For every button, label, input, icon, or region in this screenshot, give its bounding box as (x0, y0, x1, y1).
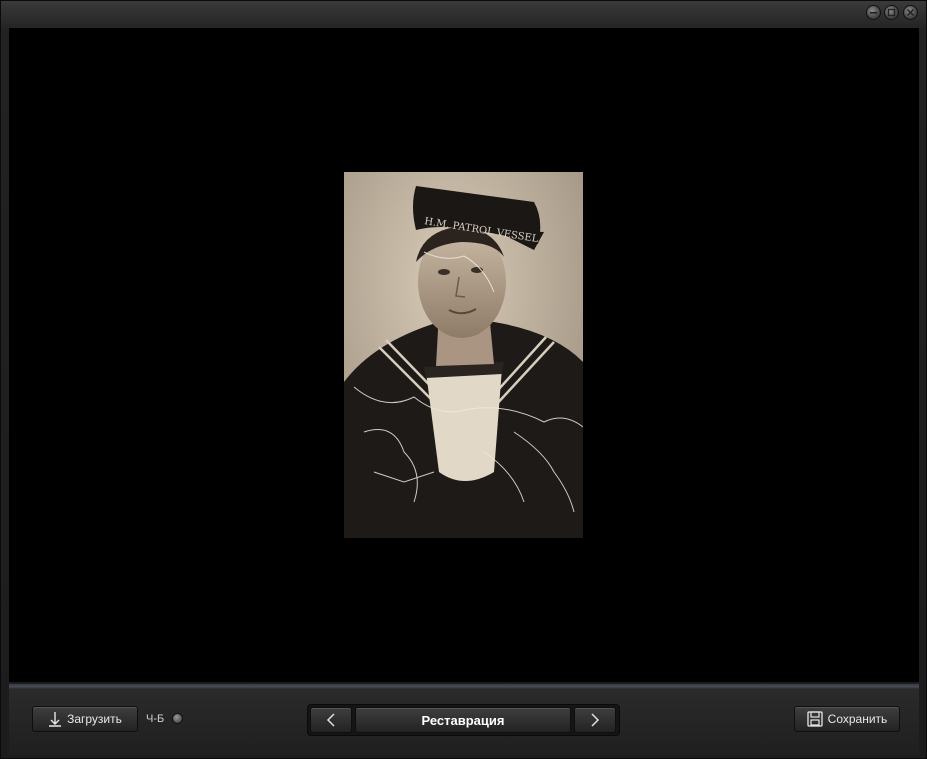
close-icon (906, 8, 915, 17)
restored-photo: H.M. PATROL VESSEL (344, 172, 583, 538)
mode-title[interactable]: Реставрация (355, 707, 571, 733)
mode-navigator: Реставрация (307, 704, 620, 736)
load-button[interactable]: Загрузить (32, 706, 138, 732)
minimize-icon (870, 12, 877, 14)
image-viewport: H.M. PATROL VESSEL (9, 28, 919, 682)
chevron-right-icon (591, 713, 600, 727)
maximize-button[interactable] (884, 5, 899, 20)
prev-mode-button[interactable] (310, 707, 352, 733)
sailor-portrait-image: H.M. PATROL VESSEL (344, 172, 583, 538)
minimize-button[interactable] (866, 5, 881, 20)
load-button-label: Загрузить (67, 712, 122, 726)
close-button[interactable] (903, 5, 918, 20)
app-window: H.M. PATROL VESSEL Загрузить Ч-Б Реставр… (0, 0, 927, 759)
title-bar (1, 1, 926, 27)
bw-label: Ч-Б (146, 713, 165, 725)
anchor-download-icon (48, 711, 62, 727)
save-button[interactable]: Сохранить (794, 706, 900, 732)
bottom-toolbar: Загрузить Ч-Б Реставрация Сохранить (9, 684, 919, 756)
save-button-label: Сохранить (827, 712, 888, 726)
maximize-icon (887, 8, 896, 17)
chevron-left-icon (326, 713, 335, 727)
floppy-disk-icon (807, 711, 823, 727)
next-mode-button[interactable] (574, 707, 616, 733)
bw-toggle[interactable] (172, 713, 183, 724)
